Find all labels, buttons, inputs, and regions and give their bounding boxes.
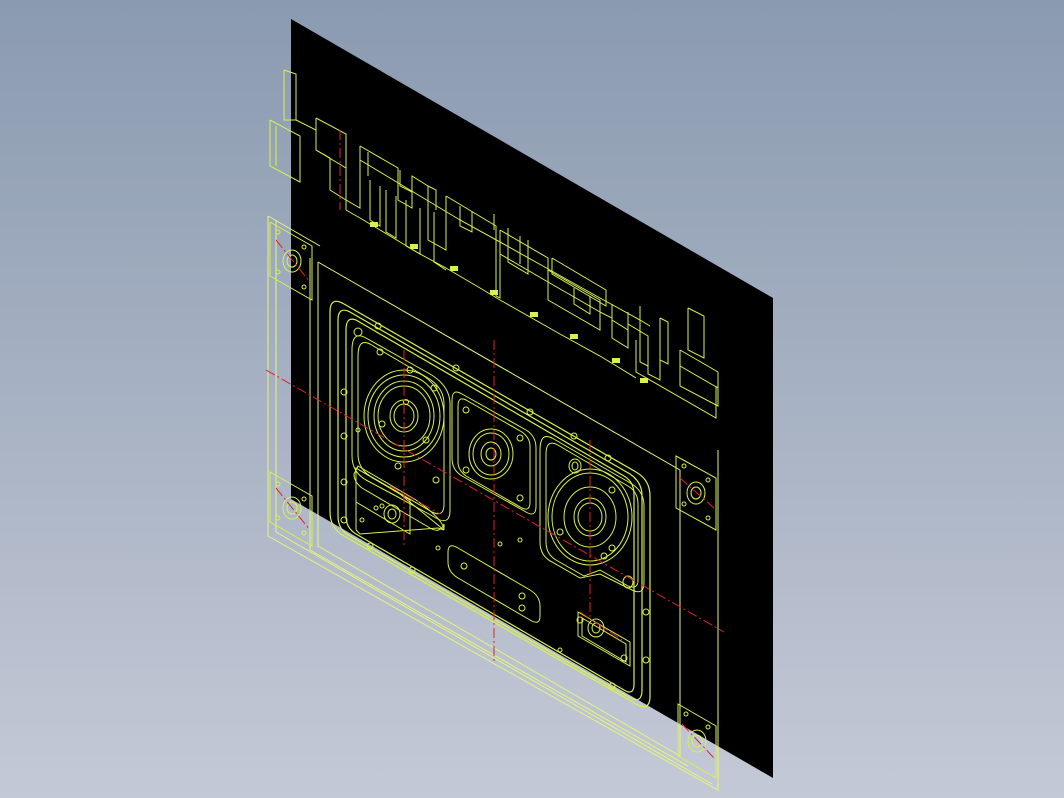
cad-drawing[interactable] [0, 0, 1064, 798]
cad-viewport[interactable] [0, 0, 1064, 798]
